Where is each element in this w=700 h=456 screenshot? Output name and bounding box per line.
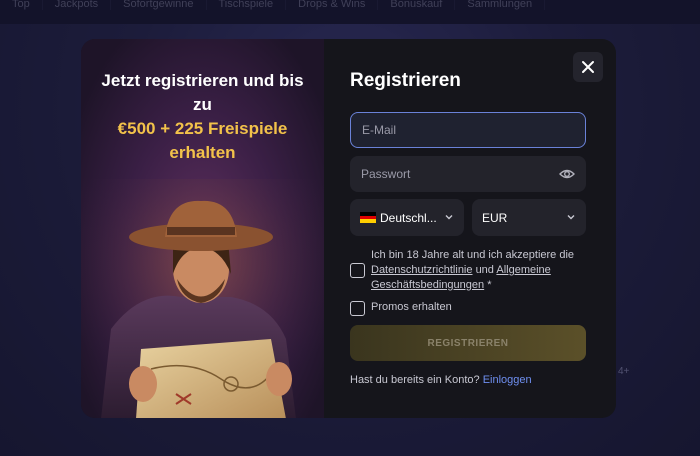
currency-value: EUR	[482, 210, 508, 225]
email-placeholder: E-Mail	[362, 123, 397, 137]
terms-prefix: Ich bin 18 Jahre alt und ich akzeptiere …	[371, 249, 575, 261]
password-field[interactable]: Passwort	[350, 156, 586, 192]
cowboy-illustration	[81, 179, 324, 418]
email-field[interactable]: E-Mail	[350, 112, 586, 148]
privacy-link[interactable]: Datenschutzrichtlinie	[371, 264, 473, 276]
form-title: Registrieren	[350, 70, 461, 91]
germany-flag-icon	[360, 212, 376, 224]
terms-checkbox[interactable]	[350, 263, 365, 278]
close-icon	[582, 61, 594, 73]
close-button[interactable]	[573, 52, 603, 82]
login-link[interactable]: Einloggen	[483, 374, 532, 386]
promo-highlight-line2: erhalten	[169, 143, 236, 162]
promo-highlight-line1: €500 + 225 Freispiele	[117, 119, 288, 138]
promos-checkbox[interactable]	[350, 301, 365, 316]
promo-title-line2: zu	[193, 95, 212, 114]
promo-title-line1: Jetzt registrieren und bis	[101, 71, 304, 90]
promos-label: Promos erhalten	[371, 301, 452, 313]
register-button[interactable]: REGISTRIEREN	[350, 325, 586, 361]
currency-select[interactable]: EUR	[472, 199, 586, 236]
password-placeholder: Passwort	[361, 167, 411, 181]
promo-title: Jetzt registrieren und bis zu €500 + 225…	[81, 69, 324, 165]
registration-modal: Jetzt registrieren und bis zu €500 + 225…	[81, 39, 616, 418]
terms-text: Ich bin 18 Jahre alt und ich akzeptiere …	[371, 248, 586, 293]
chevron-down-icon	[445, 215, 453, 220]
eye-icon[interactable]	[559, 166, 575, 182]
login-prompt: Hast du bereits ein Konto?	[350, 374, 480, 386]
background-ghost-text: 4+	[618, 366, 630, 377]
login-row: Hast du bereits ein Konto? Einloggen	[350, 374, 532, 386]
language-value: Deutschl...	[380, 210, 437, 225]
chevron-down-icon	[567, 215, 575, 220]
terms-and: und	[475, 264, 494, 276]
language-select[interactable]: Deutschl...	[350, 199, 464, 236]
promo-panel: Jetzt registrieren und bis zu €500 + 225…	[81, 39, 324, 418]
required-asterisk: *	[487, 279, 492, 291]
